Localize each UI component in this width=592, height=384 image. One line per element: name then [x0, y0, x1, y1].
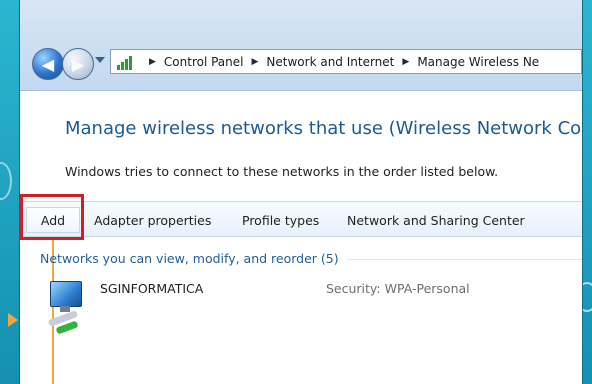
control-panel-window: ◀ ▶ ▶ Control Panel ▶ Network and Intern…	[20, 0, 582, 384]
breadcrumb-network-internet[interactable]: Network and Internet	[266, 55, 394, 69]
wireless-network-item[interactable]: SGINFORMATICA Security: WPA-Personal	[40, 277, 580, 339]
group-divider	[346, 259, 582, 260]
wireless-computer-icon	[46, 281, 84, 335]
network-name: SGINFORMATICA	[100, 281, 204, 296]
profile-types-button[interactable]: Profile types	[242, 213, 319, 228]
breadcrumb-manage-wireless[interactable]: Manage Wireless Ne	[417, 55, 539, 69]
adapter-properties-button[interactable]: Adapter properties	[94, 213, 211, 228]
orange-pointer-arrow-icon	[8, 313, 18, 327]
back-button[interactable]: ◀	[32, 48, 64, 80]
forward-button[interactable]: ▶	[62, 48, 94, 80]
network-security: Security: WPA-Personal	[326, 281, 470, 296]
forward-arrow-icon: ▶	[71, 54, 85, 74]
network-signal-icon	[115, 53, 133, 71]
add-button-highlight	[20, 194, 84, 240]
networks-group-header: Networks you can view, modify, and reord…	[40, 251, 582, 266]
breadcrumb-separator-icon: ▶	[402, 56, 410, 67]
recent-pages-dropdown-icon[interactable]	[95, 57, 105, 63]
breadcrumb-separator-icon: ▶	[149, 56, 156, 67]
network-sharing-center-button[interactable]: Network and Sharing Center	[347, 213, 525, 228]
command-toolbar: Add Adapter properties Profile types Net…	[20, 201, 582, 237]
networks-group-label: Networks you can view, modify, and reord…	[40, 251, 339, 266]
page-description: Windows tries to connect to these networ…	[65, 164, 499, 179]
address-bar[interactable]: ▶ Control Panel ▶ Network and Internet ▶…	[110, 49, 582, 74]
address-bar-area: ◀ ▶ ▶ Control Panel ▶ Network and Intern…	[20, 0, 582, 91]
page-title: Manage wireless networks that use (Wirel…	[65, 118, 582, 139]
breadcrumb-control-panel[interactable]: Control Panel	[164, 55, 244, 69]
back-arrow-icon: ◀	[41, 54, 55, 74]
background-right	[582, 0, 592, 384]
breadcrumb-separator-icon: ▶	[251, 56, 259, 67]
